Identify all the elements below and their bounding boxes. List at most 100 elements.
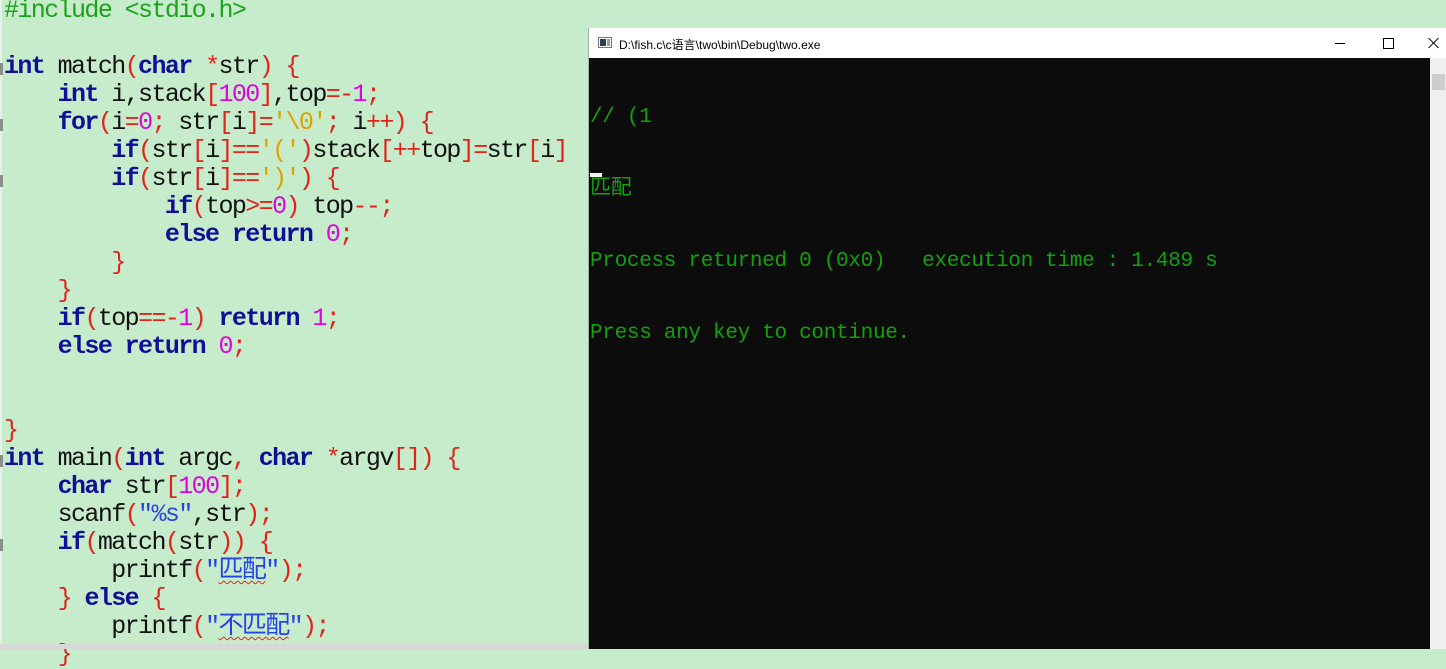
code-token: ) <box>419 444 435 473</box>
console-output[interactable]: // (1 匹配 Process returned 0 (0x0) execut… <box>589 58 1431 649</box>
editor-horizontal-scrollbar[interactable] <box>0 644 590 649</box>
code-token: { <box>151 584 166 613</box>
code-token: int <box>124 444 167 473</box>
code-token: "%s" <box>138 500 193 529</box>
code-token: '\0' <box>272 108 327 137</box>
code-token: main <box>44 444 113 473</box>
code-token: ; <box>151 108 166 137</box>
code-line[interactable]: for(i=0; str[i]='\0'; i++) { <box>4 109 567 137</box>
code-line[interactable]: int i,stack[100],top=-1; <box>4 81 567 109</box>
code-token: } <box>57 584 73 613</box>
code-token: ; <box>365 80 381 109</box>
code-token: str <box>151 164 193 193</box>
fold-marker[interactable] <box>0 119 3 131</box>
code-token: { <box>446 444 461 473</box>
code-token: { <box>325 164 341 193</box>
code-token: str <box>151 136 193 165</box>
code-token: { <box>419 108 435 137</box>
code-line[interactable]: if(str[i]==')') { <box>4 165 567 193</box>
close-button[interactable] <box>1411 28 1446 58</box>
code-line[interactable]: printf("不匹配"); <box>4 613 567 641</box>
code-line[interactable]: } <box>4 417 567 445</box>
code-token: ; <box>231 472 247 501</box>
fold-marker[interactable] <box>0 455 3 467</box>
code-token: = <box>473 136 488 165</box>
code-line[interactable]: printf("匹配"); <box>4 557 567 585</box>
code-token: " <box>205 612 220 641</box>
code-token: { <box>285 52 301 81</box>
code-line[interactable] <box>4 389 567 417</box>
code-token: [ <box>526 136 542 165</box>
maximize-icon <box>1382 37 1394 49</box>
code-token: i <box>540 136 555 165</box>
console-line: // (1 <box>590 106 652 129</box>
maximize-button[interactable] <box>1365 28 1411 58</box>
code-line[interactable]: } <box>4 249 567 277</box>
code-token: char <box>138 52 193 81</box>
code-token: char <box>258 444 314 473</box>
code-line[interactable]: if(top>=0) top--; <box>4 193 567 221</box>
source-code[interactable]: #include <stdio.h> int match(char *str) … <box>4 0 569 669</box>
code-line[interactable]: } <box>4 277 567 305</box>
code-token: 0 <box>272 192 287 221</box>
code-token: #include <stdio.h> <box>4 0 247 25</box>
code-line[interactable]: else return 0; <box>4 221 567 249</box>
code-line[interactable]: char str[100]; <box>4 473 567 501</box>
fold-marker[interactable] <box>0 175 3 187</box>
fold-marker[interactable] <box>0 539 3 551</box>
code-token: ( <box>138 164 153 193</box>
code-token: [ <box>164 472 180 501</box>
code-token: return <box>218 304 301 333</box>
code-token: -- <box>352 192 381 221</box>
code-line[interactable]: if(top==-1) return 1; <box>4 305 567 333</box>
code-token: ( <box>97 108 113 137</box>
console-window[interactable]: D:\fish.c\c语言\two\bin\Debug\two.exe // (… <box>588 28 1446 649</box>
text-cursor <box>590 173 602 177</box>
code-token: ')' <box>258 164 301 193</box>
code-token: else <box>164 220 220 249</box>
fold-marker[interactable] <box>0 63 3 75</box>
code-token: ; <box>258 500 274 529</box>
code-token: , <box>231 444 247 473</box>
console-line: 匹配 <box>590 178 632 201</box>
code-token: for <box>57 108 100 137</box>
console-app-icon[interactable] <box>598 37 612 48</box>
code-line[interactable] <box>4 361 567 389</box>
code-line[interactable]: #include <stdio.h> <box>4 0 567 25</box>
code-token: ,top <box>272 80 327 109</box>
console-titlebar[interactable]: D:\fish.c\c语言\two\bin\Debug\two.exe <box>589 28 1446 58</box>
code-line[interactable]: int main(int argc, char *argv[]) { <box>4 445 567 473</box>
code-token: ( <box>138 136 153 165</box>
code-token: ) <box>258 52 274 81</box>
window-title: D:\fish.c\c语言\two\bin\Debug\two.exe <box>619 38 821 52</box>
code-token: return <box>231 220 314 249</box>
code-line[interactable]: int match(char *str) { <box>4 53 567 81</box>
code-line[interactable]: if(str[i]=='(')stack[++top]=str[i] <box>4 136 569 165</box>
code-token: ( <box>124 500 140 529</box>
code-line[interactable]: else return 0; <box>4 333 567 361</box>
minimize-button[interactable] <box>1317 28 1363 58</box>
scrollbar-thumb[interactable] <box>1432 74 1445 90</box>
code-line[interactable] <box>4 25 567 53</box>
code-token: ,str <box>191 500 247 529</box>
code-token: 1 <box>312 304 327 333</box>
code-token: if <box>57 304 86 333</box>
code-line[interactable]: scanf("%s",str); <box>4 501 567 529</box>
code-token: " <box>205 556 220 585</box>
code-token: match <box>44 52 127 81</box>
code-token: ] <box>553 136 569 165</box>
code-line[interactable]: if(match(str)) { <box>4 529 567 557</box>
code-token: ) <box>302 612 317 641</box>
code-line[interactable]: } else { <box>4 585 567 613</box>
console-vertical-scrollbar[interactable] <box>1430 58 1446 649</box>
